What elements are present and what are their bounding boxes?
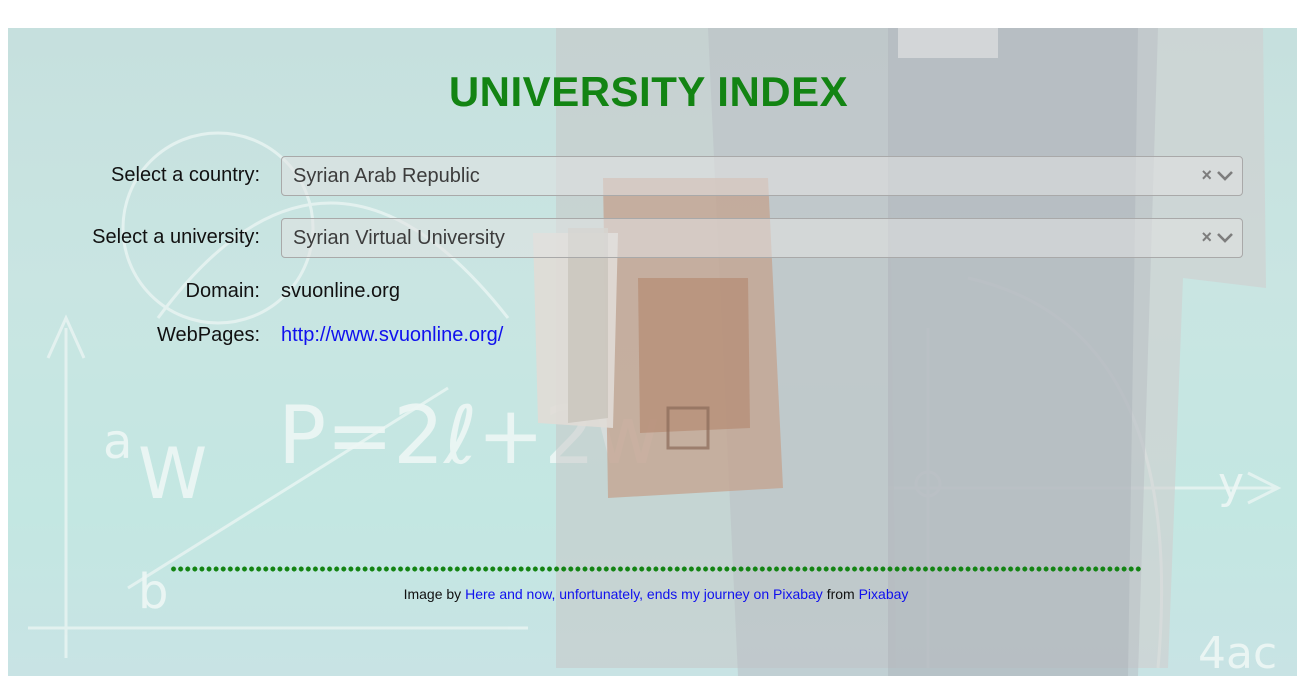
person-silhouette	[533, 28, 1266, 676]
svg-text:a: a	[103, 414, 132, 470]
chevron-down-icon[interactable]	[1216, 169, 1234, 183]
country-clear-icon[interactable]: ×	[1201, 165, 1212, 186]
background-illustration: P=2ℓ+2w W a b 4ac y	[28, 28, 1282, 676]
university-select[interactable]: Syrian Virtual University ×	[281, 218, 1243, 258]
university-clear-icon[interactable]: ×	[1201, 227, 1212, 248]
svg-text:W: W	[138, 433, 207, 515]
dotted-divider	[170, 566, 1142, 572]
country-select[interactable]: Syrian Arab Republic ×	[281, 156, 1243, 196]
image-credit: Image by Here and now, unfortunately, en…	[0, 586, 1297, 602]
chevron-down-icon[interactable]	[1216, 231, 1234, 245]
domain-value: svuonline.org	[281, 280, 400, 302]
credit-prefix: Image by	[403, 586, 462, 602]
country-label: Select a country:	[111, 164, 260, 186]
webpages-link[interactable]: http://www.svuonline.org/	[281, 324, 503, 347]
svg-text:4ac: 4ac	[1198, 628, 1277, 676]
webpages-label: WebPages:	[156, 324, 260, 346]
svg-text:y: y	[1218, 458, 1244, 509]
credit-source-link[interactable]: Pixabay	[859, 586, 909, 602]
country-select-value: Syrian Arab Republic	[293, 165, 480, 187]
background-image: P=2ℓ+2w W a b 4ac y	[8, 28, 1297, 676]
page-title: UNIVERSITY INDEX	[448, 68, 849, 115]
domain-label: Domain:	[185, 280, 260, 302]
university-select-value: Syrian Virtual University	[293, 227, 505, 249]
credit-author-link[interactable]: Here and now, unfortunately, ends my jou…	[465, 586, 823, 602]
university-label: Select a university:	[92, 226, 260, 248]
credit-middle: from	[826, 586, 855, 602]
